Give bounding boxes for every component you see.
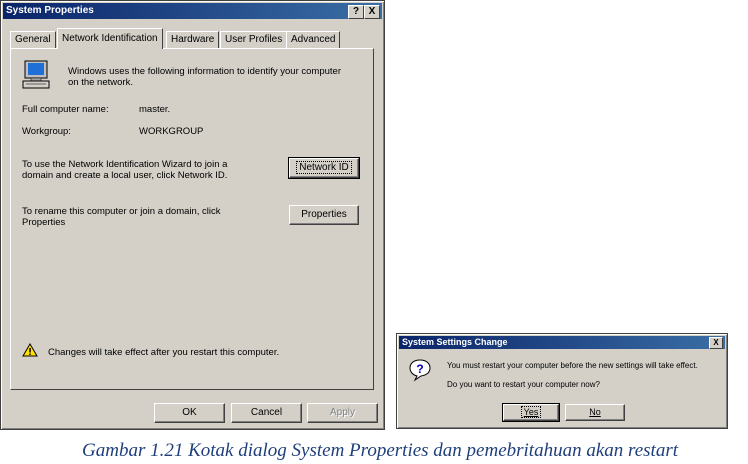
restart-dialog-title: System Settings Change bbox=[402, 337, 508, 347]
ok-button[interactable]: OK bbox=[154, 403, 225, 423]
network-id-label: Network ID bbox=[296, 161, 352, 174]
system-settings-change-dialog: System Settings Change X ? You must rest… bbox=[396, 333, 728, 429]
tab-general[interactable]: General bbox=[10, 31, 56, 48]
rename-text-2: Properties bbox=[22, 217, 66, 228]
question-icon: ? bbox=[409, 359, 431, 382]
full-name-value: master. bbox=[139, 104, 171, 115]
wizard-text-1: To use the Network Identification Wizard… bbox=[22, 159, 228, 170]
restart-message-2: Do you want to restart your computer now… bbox=[447, 380, 600, 389]
info-line-1: Windows uses the following information t… bbox=[68, 66, 341, 77]
dialog-title: System Properties bbox=[6, 5, 94, 16]
tab-hardware[interactable]: Hardware bbox=[166, 31, 220, 48]
apply-button[interactable]: Apply bbox=[307, 403, 378, 423]
restart-message-1: You must restart your computer before th… bbox=[447, 361, 698, 370]
svg-text:?: ? bbox=[416, 362, 423, 376]
system-properties-dialog: System Properties ? X General Network Id… bbox=[0, 0, 385, 430]
yes-label: Yes bbox=[520, 406, 542, 418]
tab-advanced[interactable]: Advanced bbox=[286, 31, 341, 48]
tab-user-profiles[interactable]: User Profiles bbox=[220, 31, 288, 48]
title-bar[interactable]: System Properties ? X bbox=[3, 3, 382, 19]
warning-text: Changes will take effect after you resta… bbox=[48, 347, 280, 358]
properties-button[interactable]: Properties bbox=[289, 205, 359, 225]
rename-text-1: To rename this computer or join a domain… bbox=[22, 206, 221, 217]
warning-icon bbox=[22, 343, 38, 357]
tab-network-identification[interactable]: Network Identification bbox=[57, 28, 163, 49]
restart-title-bar[interactable]: System Settings Change X bbox=[399, 336, 725, 349]
help-button[interactable]: ? bbox=[348, 5, 364, 19]
full-name-label: Full computer name: bbox=[22, 104, 109, 115]
yes-button[interactable]: Yes bbox=[502, 403, 560, 422]
workgroup-label: Workgroup: bbox=[22, 126, 71, 137]
network-id-button[interactable]: Network ID bbox=[288, 157, 360, 179]
cancel-button[interactable]: Cancel bbox=[231, 403, 302, 423]
info-line-2: on the network. bbox=[68, 77, 133, 88]
close-button[interactable]: X bbox=[364, 5, 380, 19]
restart-close-button[interactable]: X bbox=[709, 337, 723, 349]
workgroup-value: WORKGROUP bbox=[139, 126, 204, 137]
wizard-text-2: domain and create a local user, click Ne… bbox=[22, 170, 228, 181]
figure-caption: Gambar 1.21 Kotak dialog System Properti… bbox=[82, 440, 678, 461]
tab-panel: Windows uses the following information t… bbox=[10, 48, 374, 390]
no-button[interactable]: No bbox=[565, 404, 625, 421]
computer-icon bbox=[22, 60, 50, 89]
